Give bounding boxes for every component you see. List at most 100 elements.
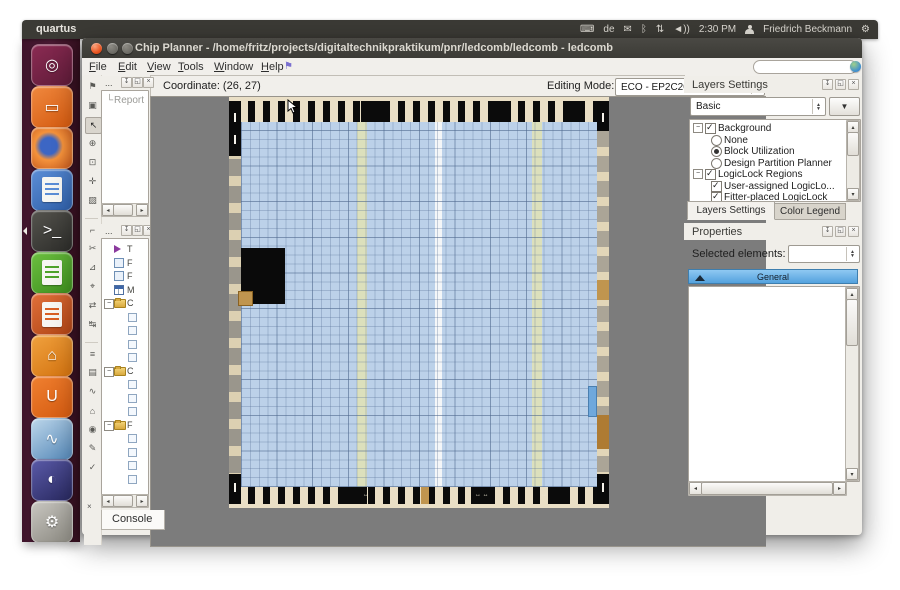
expander-icon[interactable]: −	[104, 421, 114, 431]
tasks-panel-header[interactable]: ... ↧ ◱ ×	[101, 224, 149, 238]
layers-tree-row[interactable]: Block Utilization	[690, 146, 860, 158]
launcher-item-system-tools[interactable]: ⚙	[31, 501, 73, 543]
spinner-icon[interactable]: ▲▼	[812, 99, 824, 114]
layers-tree-row[interactable]: Design Partition Planner	[690, 158, 860, 170]
user-name[interactable]: Friedrich Beckmann	[763, 25, 852, 35]
layers-tree-row[interactable]: − Background	[690, 123, 860, 135]
task-tree-item[interactable]: −C	[102, 297, 148, 309]
pin-icon[interactable]: ↧	[121, 77, 132, 88]
bend-tool[interactable]: ⊿	[85, 260, 100, 275]
task-tree-item[interactable]: F	[102, 257, 148, 269]
restore-icon[interactable]: ◱	[835, 226, 846, 237]
wire-tool[interactable]: ⌐	[85, 222, 100, 237]
report-panel-header[interactable]: ... ↧ ◱ ×	[101, 76, 149, 90]
keyboard-layout[interactable]: de	[603, 25, 614, 35]
launcher-item-eclipse[interactable]: ◐	[31, 459, 73, 501]
hand-tool[interactable]: ✛	[85, 174, 100, 189]
task-tree-item[interactable]: M	[102, 284, 148, 296]
task-tree-item[interactable]	[102, 392, 148, 404]
spinner-icon[interactable]: ▲▼	[846, 247, 858, 261]
chip-canvas[interactable]: ↔ ↔ ↔ ↔	[150, 96, 766, 547]
task-tree-item[interactable]: F	[102, 270, 148, 282]
pin-icon[interactable]: ↧	[822, 226, 833, 237]
task-tree-item[interactable]	[102, 311, 148, 323]
task-tree-item[interactable]: −F	[102, 419, 148, 431]
pin-icon[interactable]: ↧	[121, 225, 132, 236]
scroll-right-icon[interactable]: ▸	[136, 204, 148, 216]
layers-preset-select[interactable]: Basic ▲▼	[690, 97, 826, 116]
launcher-item-libreoffice-calc[interactable]	[31, 252, 73, 294]
launcher-item-firefox[interactable]	[31, 127, 73, 169]
task-tree-item[interactable]	[102, 378, 148, 390]
launcher-item-software-center[interactable]: ⌂	[31, 335, 73, 377]
selection-tool[interactable]: ↖	[85, 117, 102, 134]
lab-grid[interactable]	[241, 122, 597, 487]
palette-collapse-icon[interactable]: ×	[87, 502, 92, 511]
fill-color-tool[interactable]: ▨	[85, 193, 100, 208]
selected-elements-select[interactable]: ▲▼	[788, 245, 860, 263]
tasks-hscrollbar[interactable]: ◂ ▸	[101, 494, 149, 508]
task-tree-item[interactable]	[102, 432, 148, 444]
whats-this-icon[interactable]: ⚑	[85, 79, 100, 94]
placed-io-cell[interactable]	[238, 291, 253, 306]
io-row-bottom[interactable]: ↔ ↔ ↔ ↔	[233, 487, 605, 504]
scroll-down-icon[interactable]: ▾	[847, 188, 859, 200]
launcher-item-ubuntu-one[interactable]: U	[31, 376, 73, 418]
menu-tools[interactable]: Tools	[174, 60, 208, 74]
session-gear-icon[interactable]: ⚙	[861, 25, 870, 35]
scroll-right-icon[interactable]: ▸	[136, 495, 148, 507]
tab-tool[interactable]: ↹	[85, 317, 100, 332]
tab-console[interactable]: Console	[101, 510, 165, 530]
home-tool[interactable]: ⌂	[85, 403, 100, 418]
properties-vscrollbar[interactable]: ▴ ▾	[845, 287, 859, 481]
search-input[interactable]	[753, 60, 857, 74]
layers-settings-header[interactable]: Layers Settings ↧ ◱ ×	[684, 76, 862, 93]
volume-icon[interactable]: ◄))	[673, 25, 690, 35]
window-titlebar[interactable]: Chip Planner - /home/fritz/projects/digi…	[82, 38, 862, 58]
globe-search-icon[interactable]	[850, 61, 861, 72]
mail-icon[interactable]: ✉	[624, 25, 632, 35]
properties-hscrollbar[interactable]: ◂ ▸	[688, 481, 847, 496]
report-hscrollbar[interactable]: ◂ ▸	[101, 203, 149, 217]
task-tree-item[interactable]	[102, 459, 148, 471]
menu-file[interactable]: File	[85, 60, 111, 74]
find-tool[interactable]: ◉	[85, 422, 100, 437]
task-tree-item[interactable]	[102, 338, 148, 350]
edit-tool[interactable]: ✎	[85, 441, 100, 456]
cut-tool[interactable]: ✂	[85, 241, 100, 256]
launcher-item-wireshark[interactable]: ∿	[31, 418, 73, 460]
bluetooth-icon[interactable]: ᛒ	[641, 25, 647, 35]
menu-view[interactable]: View	[143, 60, 175, 74]
task-tree-item[interactable]: −C	[102, 365, 148, 377]
launcher-item-dash-home[interactable]: ◎	[31, 44, 73, 86]
close-icon[interactable]: ×	[848, 226, 859, 237]
restore-icon[interactable]: ◱	[132, 77, 143, 88]
zoom-in-tool[interactable]: ⊕	[85, 136, 100, 151]
launcher-item-terminal[interactable]: >_	[31, 210, 73, 252]
close-icon[interactable]: ×	[848, 79, 859, 90]
minimize-window-button[interactable]	[107, 43, 118, 54]
scroll-down-icon[interactable]: ▾	[846, 468, 858, 480]
keyboard-indicator-icon[interactable]: ⌨	[580, 25, 594, 35]
task-tree-item[interactable]	[102, 446, 148, 458]
task-tree-item[interactable]	[102, 351, 148, 363]
assigned-pin-cell[interactable]	[597, 280, 609, 300]
menu-edit[interactable]: Edit	[114, 60, 141, 74]
launcher-item-files[interactable]: ▭	[31, 86, 73, 128]
launcher-item-libreoffice-impress[interactable]	[31, 293, 73, 335]
check-tool[interactable]: ✓	[85, 460, 100, 475]
layers-tree-row[interactable]: None	[690, 135, 860, 147]
expander-icon[interactable]: −	[104, 367, 114, 377]
layers-tool[interactable]: ▤	[85, 365, 100, 380]
window-list-icon[interactable]: ▣	[85, 98, 100, 113]
close-window-button[interactable]	[91, 43, 102, 54]
properties-section-general[interactable]: General	[688, 269, 858, 284]
target-tool[interactable]: ⌖	[85, 279, 100, 294]
swap-tool[interactable]: ⇄	[85, 298, 100, 313]
io-column-right[interactable]	[597, 122, 609, 487]
zoom-region-tool[interactable]: ⊡	[85, 155, 100, 170]
layers-vscrollbar[interactable]: ▴ ▾	[846, 120, 860, 201]
menu-window[interactable]: Window	[210, 60, 257, 74]
layers-menu-button[interactable]: ▼	[829, 97, 860, 116]
task-tree-item[interactable]	[102, 473, 148, 485]
